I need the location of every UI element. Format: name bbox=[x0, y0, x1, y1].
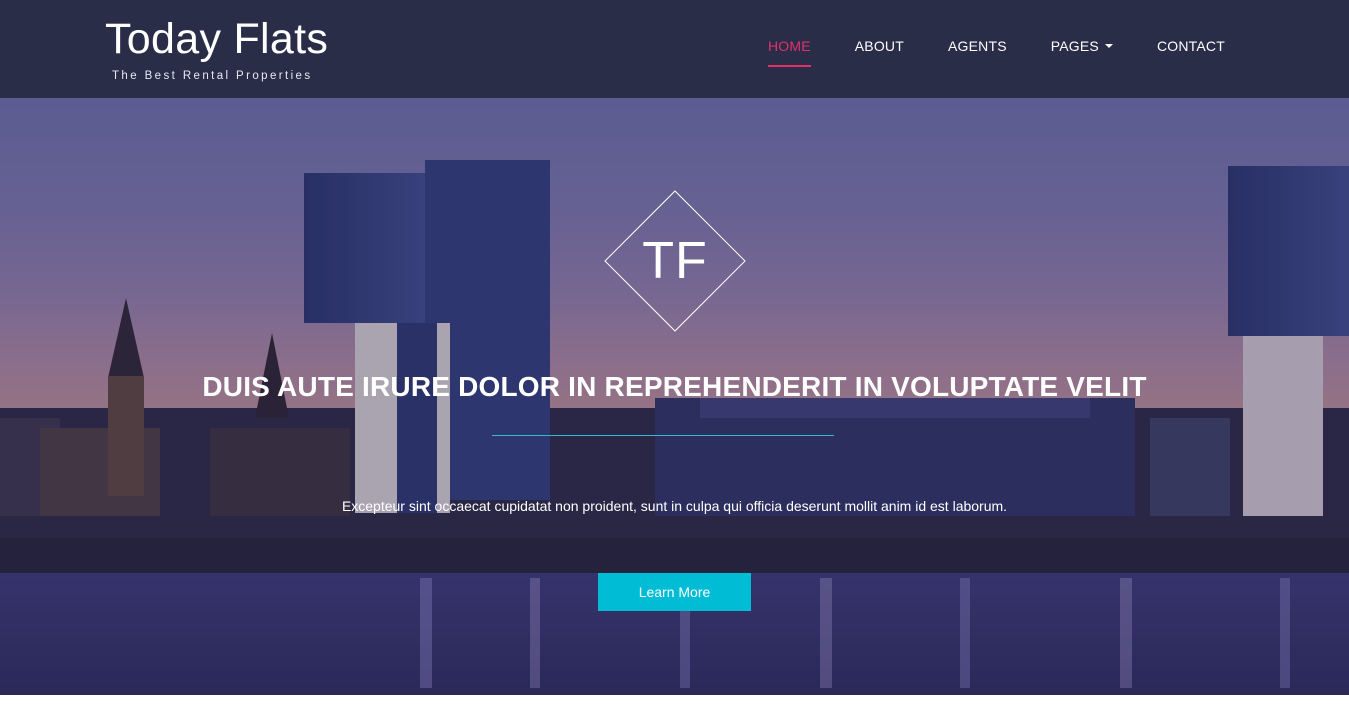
nav-link-contact[interactable]: CONTACT bbox=[1157, 0, 1225, 54]
nav-link-about[interactable]: ABOUT bbox=[855, 0, 904, 54]
hero-description: Excepteur sint occaecat cupidatat non pr… bbox=[341, 498, 1008, 514]
hero-divider bbox=[492, 435, 834, 436]
nav-item-home: HOME bbox=[767, 0, 811, 98]
nav-link-pages-label: PAGES bbox=[1050, 38, 1099, 54]
nav-item-agents: AGENTS bbox=[948, 0, 1007, 98]
brand-logo[interactable]: Today Flats The Best Rental Properties bbox=[105, 16, 328, 82]
brand-tagline: The Best Rental Properties bbox=[112, 70, 313, 82]
learn-more-button[interactable]: Learn More bbox=[598, 573, 751, 611]
navbar: Today Flats The Best Rental Properties H… bbox=[0, 0, 1349, 98]
logo-initials: TF bbox=[642, 232, 708, 290]
hero-title: DUIS AUTE IRURE DOLOR IN REPREHENDERIT I… bbox=[202, 371, 1147, 402]
nav-item-pages: PAGES bbox=[1051, 0, 1113, 98]
nav-link-home[interactable]: HOME bbox=[768, 0, 811, 54]
nav-link-agents[interactable]: AGENTS bbox=[948, 0, 1007, 54]
caret-down-icon bbox=[1104, 44, 1113, 49]
hero-section: TF DUIS AUTE IRURE DOLOR IN REPREHENDERI… bbox=[0, 98, 1349, 695]
tf-logo-mark: TF bbox=[604, 190, 746, 332]
main-nav: HOME ABOUT AGENTS PAGES CONTACT bbox=[724, 0, 1225, 98]
nav-link-pages[interactable]: PAGES bbox=[1051, 0, 1113, 54]
nav-item-about: ABOUT bbox=[855, 0, 904, 98]
brand-title: Today Flats bbox=[105, 15, 329, 63]
nav-item-contact: CONTACT bbox=[1157, 0, 1225, 98]
active-underline bbox=[767, 65, 811, 67]
